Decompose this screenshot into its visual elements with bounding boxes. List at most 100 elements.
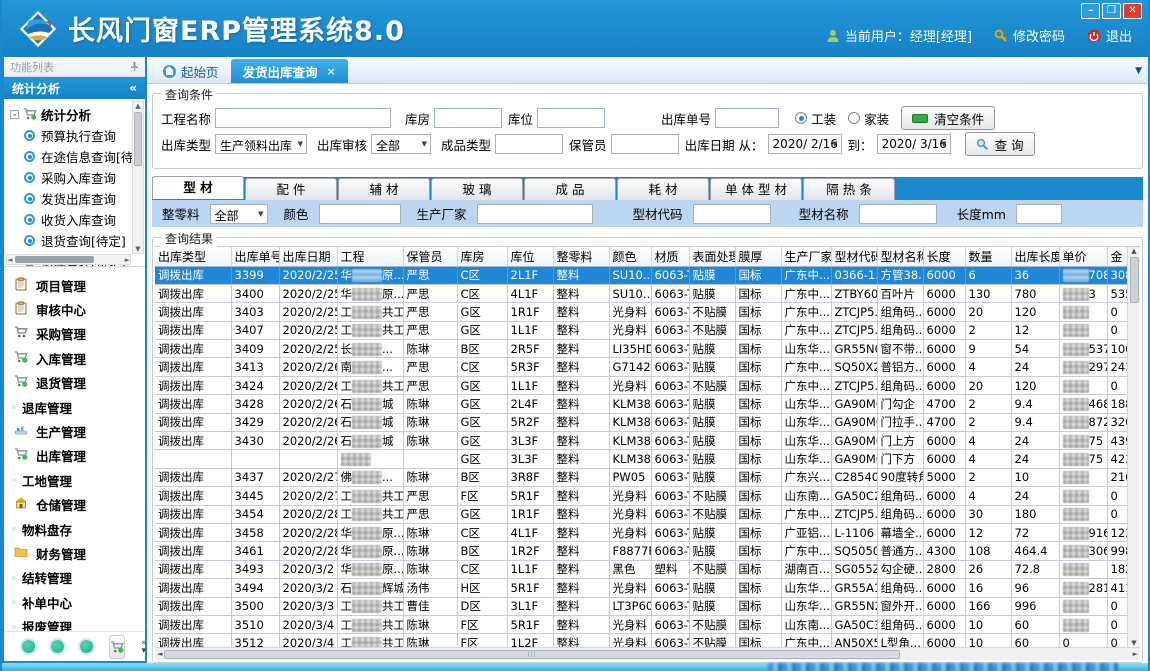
column-header[interactable]: 生产厂家	[781, 247, 831, 266]
column-header[interactable]: 长度	[923, 247, 965, 266]
search-button[interactable]: 查 询	[965, 132, 1035, 156]
table-row[interactable]: 调拨出库34092020/2/25长...陈琳B区2R5F整料LI35HD606…	[155, 340, 1127, 358]
color-input[interactable]	[319, 204, 401, 224]
table-row[interactable]: 调拨出库34582020/2/28华原...陈琳C区4L1F整料光身料6063-…	[155, 523, 1127, 541]
column-header[interactable]: 材质	[651, 247, 689, 266]
audit-select[interactable]: 全部	[371, 134, 431, 154]
sidebar-overflow-button[interactable]: »▾	[141, 639, 147, 655]
table-row[interactable]: 调拨出库34292020/2/26石城陈琳G区5R2F整料KLM38176063…	[155, 413, 1127, 431]
date-from-picker[interactable]: 2020/ 2/16	[768, 134, 842, 154]
quick-dot-icon[interactable]	[22, 640, 35, 653]
tree-item[interactable]: 在途信息查询[待	[10, 146, 131, 167]
sidebar-menu-item[interactable]: 入库管理	[14, 346, 145, 370]
project-name-input[interactable]	[215, 108, 391, 128]
keeper-input[interactable]	[611, 134, 679, 154]
sidebar-menu-item[interactable]: 生产管理	[14, 419, 145, 443]
table-row[interactable]: 调拨出库34372020/2/27佛...陈琳B区3R8F整料PW056063-…	[155, 468, 1127, 486]
close-button[interactable]: ✕	[1123, 3, 1142, 19]
material-tab[interactable]: 成 品	[524, 178, 616, 200]
column-header[interactable]: 表面处理	[689, 247, 735, 266]
date-to-picker[interactable]: 2020/ 3/16	[877, 134, 951, 154]
column-header[interactable]: 出库长度	[1011, 247, 1059, 266]
table-row[interactable]: 调拨出库35102020/3/4工共工程陈琳F区5R1F整料光身料6063-T5…	[155, 615, 1127, 633]
minimize-button[interactable]: –	[1081, 3, 1100, 19]
tree-item[interactable]: 采购入库查询	[10, 167, 131, 188]
radio-jiazhuang[interactable]: 家装	[848, 109, 889, 128]
material-tab[interactable]: 耗 材	[617, 178, 709, 200]
results-horizontal-scrollbar[interactable]: ◄|||►	[155, 647, 1140, 660]
whole-piece-select[interactable]: 全部	[210, 204, 268, 224]
out-type-select[interactable]: 生产领料出库	[215, 134, 307, 154]
tree-expander-icon[interactable]: -	[10, 110, 19, 119]
column-header[interactable]: 出库类型	[155, 247, 231, 266]
tree-item[interactable]: 预算执行查询	[10, 125, 131, 146]
table-row[interactable]: 调拨出库34302020/2/26石城陈琳G区3L3F整料KLM38176063…	[155, 432, 1127, 450]
table-row[interactable]: G区3L3F整料KLM38176063-T5贴膜国标山东华...GA90M09.…	[155, 450, 1127, 468]
sidebar-menu-item[interactable]: 退库管理	[14, 395, 145, 419]
quick-dot-icon[interactable]	[80, 640, 93, 653]
table-row[interactable]: 调拨出库34932020/3/2华原...陈琳C区1L1F整料黑色塑料不贴膜国标…	[155, 560, 1127, 578]
pin-icon[interactable]	[130, 62, 139, 71]
table-row[interactable]: 调拨出库34282020/2/26石城陈琳G区2L4F整料KLM38176063…	[155, 395, 1127, 413]
warehouse-input[interactable]	[434, 108, 502, 128]
cart-quick-button[interactable]	[109, 635, 125, 659]
sidebar-menu-item[interactable]: 物料盘存	[14, 517, 145, 541]
column-header[interactable]: 保管员	[403, 247, 457, 266]
column-header[interactable]: 单价	[1059, 247, 1107, 266]
table-row[interactable]: 调拨出库33992020/2/25华原...严思C区2L1F整料SU10...6…	[155, 266, 1127, 284]
material-tab[interactable]: 型 材	[152, 176, 244, 199]
change-password-button[interactable]: 修改密码	[994, 26, 1065, 45]
table-row[interactable]: 调拨出库35002020/3/3工共工程曹佳D区3L1F整料LT3P606063…	[155, 597, 1127, 615]
maximize-button[interactable]: ❐	[1102, 3, 1121, 19]
table-row[interactable]: 调拨出库34612020/2/28华原...陈琳B区1R2F整料F8877FT6…	[155, 542, 1127, 560]
material-tab[interactable]: 配 件	[245, 178, 337, 200]
material-tab[interactable]: 玻 璃	[431, 178, 523, 200]
clear-conditions-button[interactable]: 清空条件	[901, 106, 995, 130]
quick-dot-icon[interactable]	[51, 640, 64, 653]
tab-home[interactable]: 起始页	[151, 59, 231, 83]
column-header[interactable]: 型材代码	[831, 247, 877, 266]
tab-close-icon[interactable]: ×	[327, 65, 336, 78]
sidebar-menu-item[interactable]: 工地管理	[14, 468, 145, 492]
collapse-icon[interactable]: «	[129, 81, 137, 95]
table-row[interactable]: 调拨出库34542020/2/28工共工程严思G区1R1F整料光身料6063-T…	[155, 505, 1127, 523]
column-header[interactable]: 整零料	[553, 247, 609, 266]
logout-button[interactable]: 退出	[1087, 26, 1132, 45]
sidebar-menu-item[interactable]: 结转管理	[14, 566, 145, 590]
column-header[interactable]: 膜厚	[735, 247, 781, 266]
column-header[interactable]: 金	[1107, 247, 1127, 266]
sidebar-menu-item[interactable]: 财务管理	[14, 541, 145, 565]
tree-horizontal-scrollbar[interactable]: ◄►	[6, 254, 131, 265]
manufacturer-input[interactable]	[477, 204, 593, 224]
material-tab[interactable]: 辅 材	[338, 178, 430, 200]
column-header[interactable]: 工程	[337, 247, 403, 266]
sidebar-menu-item[interactable]: 采购管理	[14, 322, 145, 346]
table-row[interactable]: 调拨出库34242020/2/26工共工程严思G区1L1F整料光身料6063-T…	[155, 376, 1127, 394]
column-header[interactable]: 数量	[965, 247, 1011, 266]
location-input[interactable]	[537, 108, 605, 128]
table-row[interactable]: 调拨出库35122020/3/4工共工程陈琳F区1L2F整料光身料6063-T5…	[155, 634, 1127, 647]
column-header[interactable]: 颜色	[609, 247, 651, 266]
table-row[interactable]: 调拨出库34072020/2/25工共工程严思G区1L1F整料光身料6063-T…	[155, 321, 1127, 339]
tab-shipment-query[interactable]: 发货出库查询 ×	[231, 59, 348, 83]
column-header[interactable]: 型材名称	[877, 247, 923, 266]
column-header[interactable]: 库位	[507, 247, 553, 266]
table-row[interactable]: 调拨出库34002020/2/25华原...严思C区4L1F整料SU10...6…	[155, 284, 1127, 302]
profile-code-input[interactable]	[693, 204, 771, 224]
sidebar-menu-item[interactable]: 退货管理	[14, 371, 145, 395]
table-row[interactable]: 调拨出库34032020/2/25工共工程严思G区1R1F整料光身料6063-T…	[155, 303, 1127, 321]
sidebar-menu-item[interactable]: 补单中心	[14, 590, 145, 614]
tree-vertical-scrollbar[interactable]: ▲▼	[132, 101, 144, 254]
table-row[interactable]: 调拨出库34942020/3/2石辉城汤伟H区5R1F整料光身料6063-T5贴…	[155, 579, 1127, 597]
order-no-input[interactable]	[715, 108, 779, 128]
sidebar-menu-item[interactable]: 审核中心	[14, 297, 145, 321]
tree-root-node[interactable]: - 统计分析	[10, 103, 131, 125]
length-input[interactable]	[1016, 204, 1062, 224]
sidebar-menu-item[interactable]: 仓储管理	[14, 493, 145, 517]
tree-item[interactable]: 退货查询[待定]	[10, 230, 131, 251]
results-vertical-scrollbar[interactable]: ▲▼	[1127, 247, 1140, 647]
table-row[interactable]: 调拨出库34452020/2/27工共工程严思F区5R1F整料光身料6063-T…	[155, 487, 1127, 505]
sidebar-menu-item[interactable]: 出库管理	[14, 444, 145, 468]
table-row[interactable]: 调拨出库34132020/2/26南...严思C区5R3F整料G71422606…	[155, 358, 1127, 376]
sidebar-group-statistics[interactable]: 统计分析 «	[4, 77, 145, 99]
